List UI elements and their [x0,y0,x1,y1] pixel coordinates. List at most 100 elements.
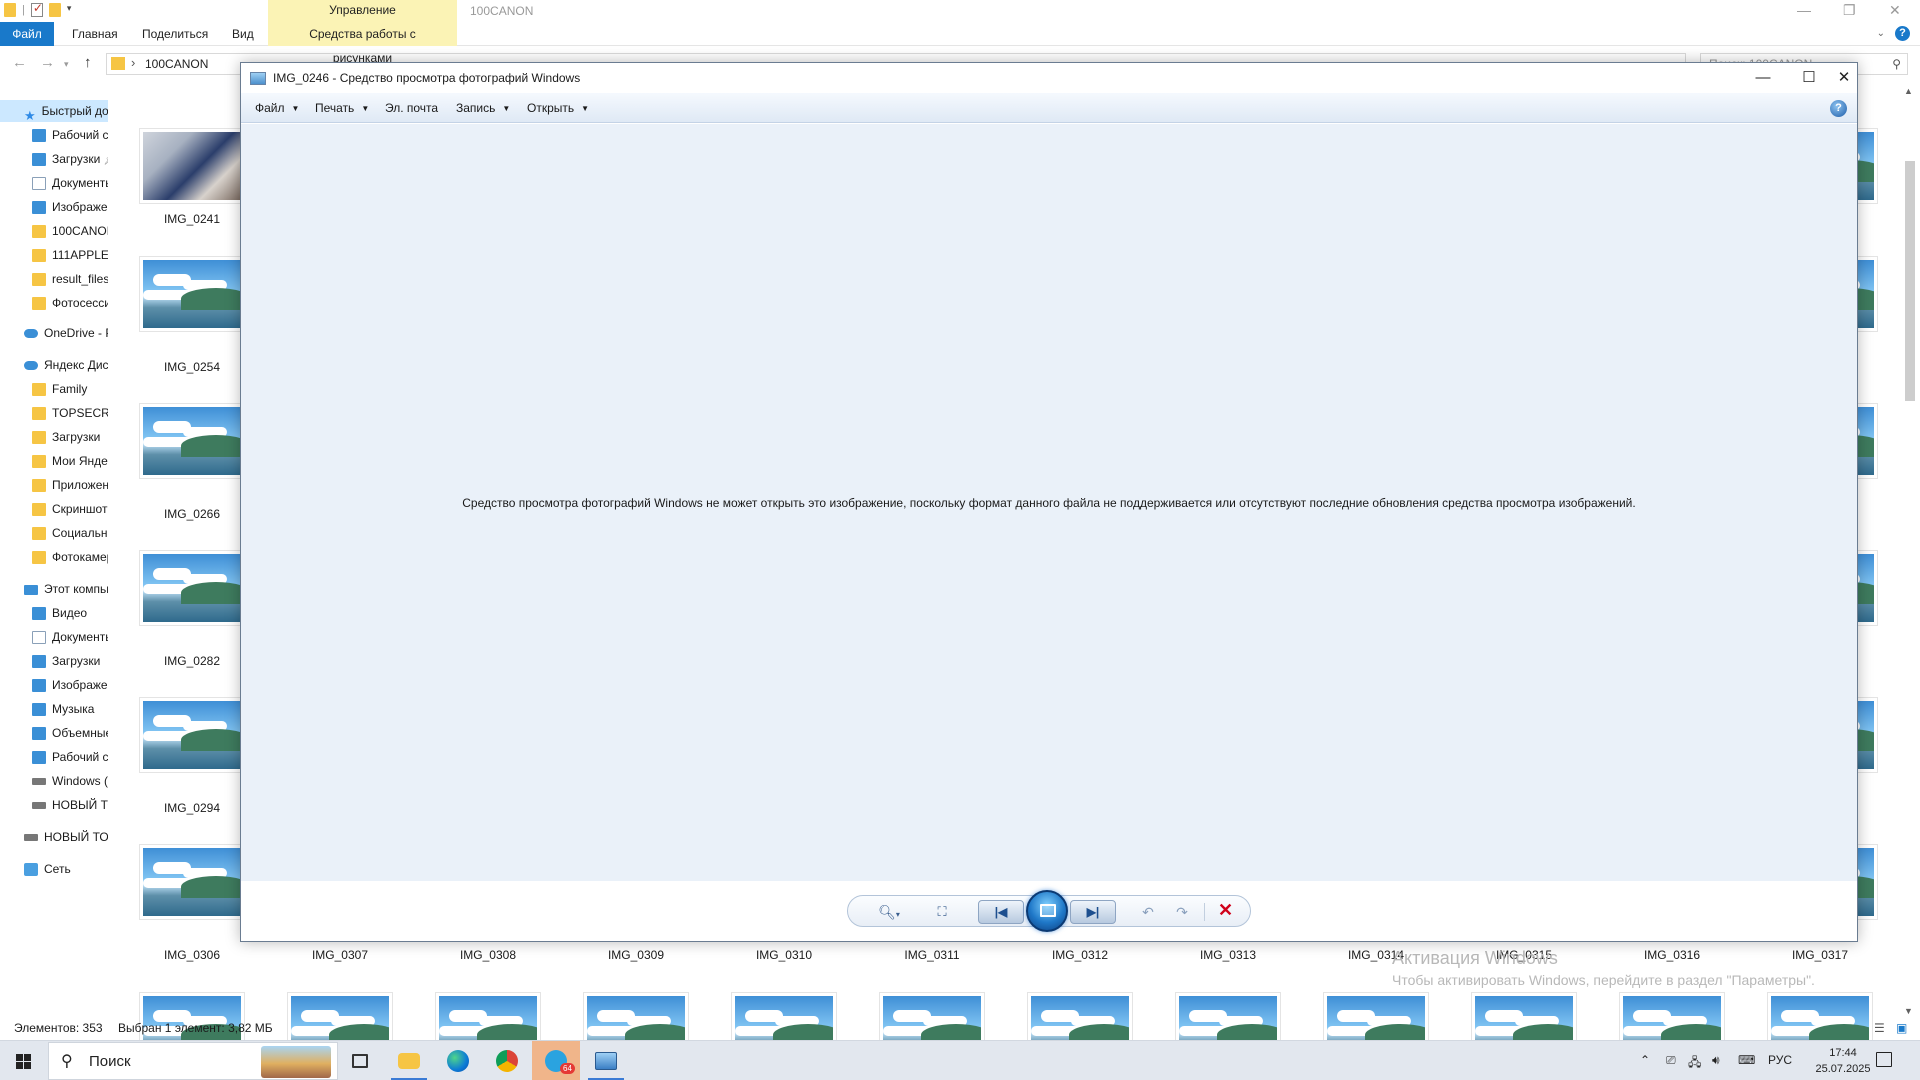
sidebar-item[interactable]: Фотосессия [32,292,108,314]
notifications-icon[interactable] [1876,1052,1892,1067]
sidebar-item[interactable]: НОВЫЙ ТОМ [24,826,108,848]
menu-item[interactable]: Печать ▼ [315,101,369,115]
file-thumbnail[interactable] [139,403,245,479]
back-arrow-icon[interactable]: ← [12,54,27,71]
sidebar-item[interactable]: Яндекс Диск [24,354,108,376]
sidebar-item[interactable]: Приложения [32,474,108,496]
recent-chevron-icon[interactable]: ▾ [64,59,69,70]
sidebar-item[interactable]: Сеть [24,858,71,880]
delete-icon[interactable]: ✕ [1218,900,1233,921]
sidebar-item[interactable]: Объемные объекты [32,722,108,744]
network-icon[interactable]: 🖧︎ [1688,1053,1701,1074]
close-icon[interactable]: ✕ [1889,2,1901,19]
sidebar-item[interactable]: Загрузки📌︎ [32,148,108,170]
chevron-down-icon[interactable]: ▾ [67,3,75,17]
actual-size-icon[interactable]: ⛶ [932,902,952,922]
previous-icon[interactable]: |◀ [978,900,1024,924]
clock[interactable]: 17:44 25.07.2025 [1808,1045,1878,1077]
file-name-label[interactable]: IMG_0241 [139,212,245,226]
large-icons-view-icon[interactable]: ▣ [1896,1021,1907,1035]
file-name-label[interactable]: IMG_0317 [1767,948,1873,962]
file-thumbnail[interactable] [139,844,245,920]
file-thumbnail[interactable] [139,128,245,204]
sidebar-item[interactable]: TOPSECRET [32,402,108,424]
vertical-scrollbar[interactable]: ▲ ▼ [1902,86,1918,1016]
file-name-label[interactable]: IMG_0311 [879,948,985,962]
file-thumbnail[interactable] [139,697,245,773]
file-name-label[interactable]: IMG_0266 [139,507,245,521]
file-name-label[interactable]: IMG_0294 [139,801,245,815]
file-name-label[interactable]: IMG_0310 [731,948,837,962]
show-hidden-icons-icon[interactable]: ⌃ [1640,1053,1650,1067]
maximize-icon[interactable]: ☐ [1787,67,1831,89]
minimize-icon[interactable]: — [1797,2,1811,18]
file-name-label[interactable]: IMG_0309 [583,948,689,962]
sidebar-item[interactable]: Загрузки [32,426,100,448]
zoom-icon[interactable]: 🔍︎▾ [874,902,904,922]
edge-icon[interactable] [434,1041,482,1080]
file-thumbnail[interactable] [139,550,245,626]
sidebar-item[interactable]: Документы [32,626,108,648]
scroll-down-icon[interactable]: ▼ [1904,1006,1913,1016]
tab-home[interactable]: Главная [60,22,130,46]
forward-arrow-icon[interactable]: → [40,54,55,71]
keyboard-icon[interactable]: ⌨ [1738,1053,1755,1067]
tab-share[interactable]: Поделиться [130,22,220,46]
file-thumbnail[interactable] [139,256,245,332]
file-name-label[interactable]: IMG_0307 [287,948,393,962]
file-explorer-icon[interactable] [385,1041,433,1080]
breadcrumb[interactable]: 100CANON [145,57,208,71]
language-indicator[interactable]: РУС [1768,1053,1792,1067]
file-name-label[interactable]: IMG_0313 [1175,948,1281,962]
slideshow-icon[interactable] [1026,890,1068,932]
file-name-label[interactable]: IMG_0312 [1027,948,1133,962]
menu-item[interactable]: Эл. почта [385,101,438,115]
sidebar-item[interactable]: Скриншоты [32,498,108,520]
scrollbar-thumb[interactable] [1905,161,1915,401]
scroll-up-icon[interactable]: ▲ [1904,86,1913,96]
sidebar-item[interactable]: Фотокамера [32,546,108,568]
photo-viewer-icon[interactable] [582,1041,630,1080]
next-icon[interactable]: ▶| [1070,900,1116,924]
sidebar-item[interactable]: OneDrive - Personal [24,322,108,344]
properties-icon[interactable] [30,1,43,17]
file-name-label[interactable]: IMG_0254 [139,360,245,374]
start-button[interactable] [0,1041,46,1080]
tab-picture-tools[interactable]: Средства работы с рисунками [268,22,457,65]
camera-icon[interactable]: ⎚ [1666,1053,1676,1068]
close-icon[interactable]: ✕ [1833,67,1855,89]
rotate-left-icon[interactable]: ↶ [1138,902,1158,922]
sidebar-item[interactable]: result_files [32,268,108,290]
sidebar-item[interactable]: ★ Быстрый доступ [0,100,108,123]
sidebar-item[interactable]: Музыка [32,698,94,720]
details-view-icon[interactable]: ☰ [1874,1021,1885,1035]
sidebar-item[interactable]: Изображения📌︎ [32,196,108,218]
chrome-icon[interactable] [483,1041,531,1080]
sidebar-item[interactable]: Мои Яндекс [32,450,108,472]
help-icon[interactable]: ? [1895,26,1910,41]
task-view-icon[interactable] [336,1041,384,1080]
rotate-right-icon[interactable]: ↷ [1172,902,1192,922]
up-arrow-icon[interactable]: ↑ [84,54,92,71]
menu-item[interactable]: Файл ▼ [255,101,299,115]
file-name-label[interactable]: IMG_0316 [1619,948,1725,962]
sidebar-item[interactable]: Рабочий стол [32,746,108,768]
minimize-icon[interactable]: — [1741,67,1785,89]
sidebar-item[interactable]: Документы📌︎ [32,172,108,194]
sidebar-item[interactable]: Family [32,378,87,400]
telegram-icon[interactable]: 64 [532,1041,580,1080]
sidebar-item[interactable]: Windows (C:) [32,770,108,792]
sidebar-item[interactable]: Видео [32,602,87,624]
file-name-label[interactable]: IMG_0308 [435,948,541,962]
taskbar-search[interactable]: ⚲ Поиск [48,1042,338,1080]
tab-file[interactable]: Файл [0,22,54,46]
sidebar-item[interactable]: НОВЫЙ ТОМ [32,794,108,816]
sidebar-item[interactable]: Этот компьютер [24,578,108,600]
sidebar-item[interactable]: Изображения [32,674,108,696]
folder-icon[interactable] [4,3,16,17]
restore-icon[interactable]: ❐ [1843,2,1856,19]
new-folder-icon[interactable] [48,3,61,17]
menu-item[interactable]: Открыть ▼ [527,101,589,115]
sidebar-item[interactable]: Социальные [32,522,108,544]
sidebar-item[interactable]: 100CANON [32,220,108,242]
